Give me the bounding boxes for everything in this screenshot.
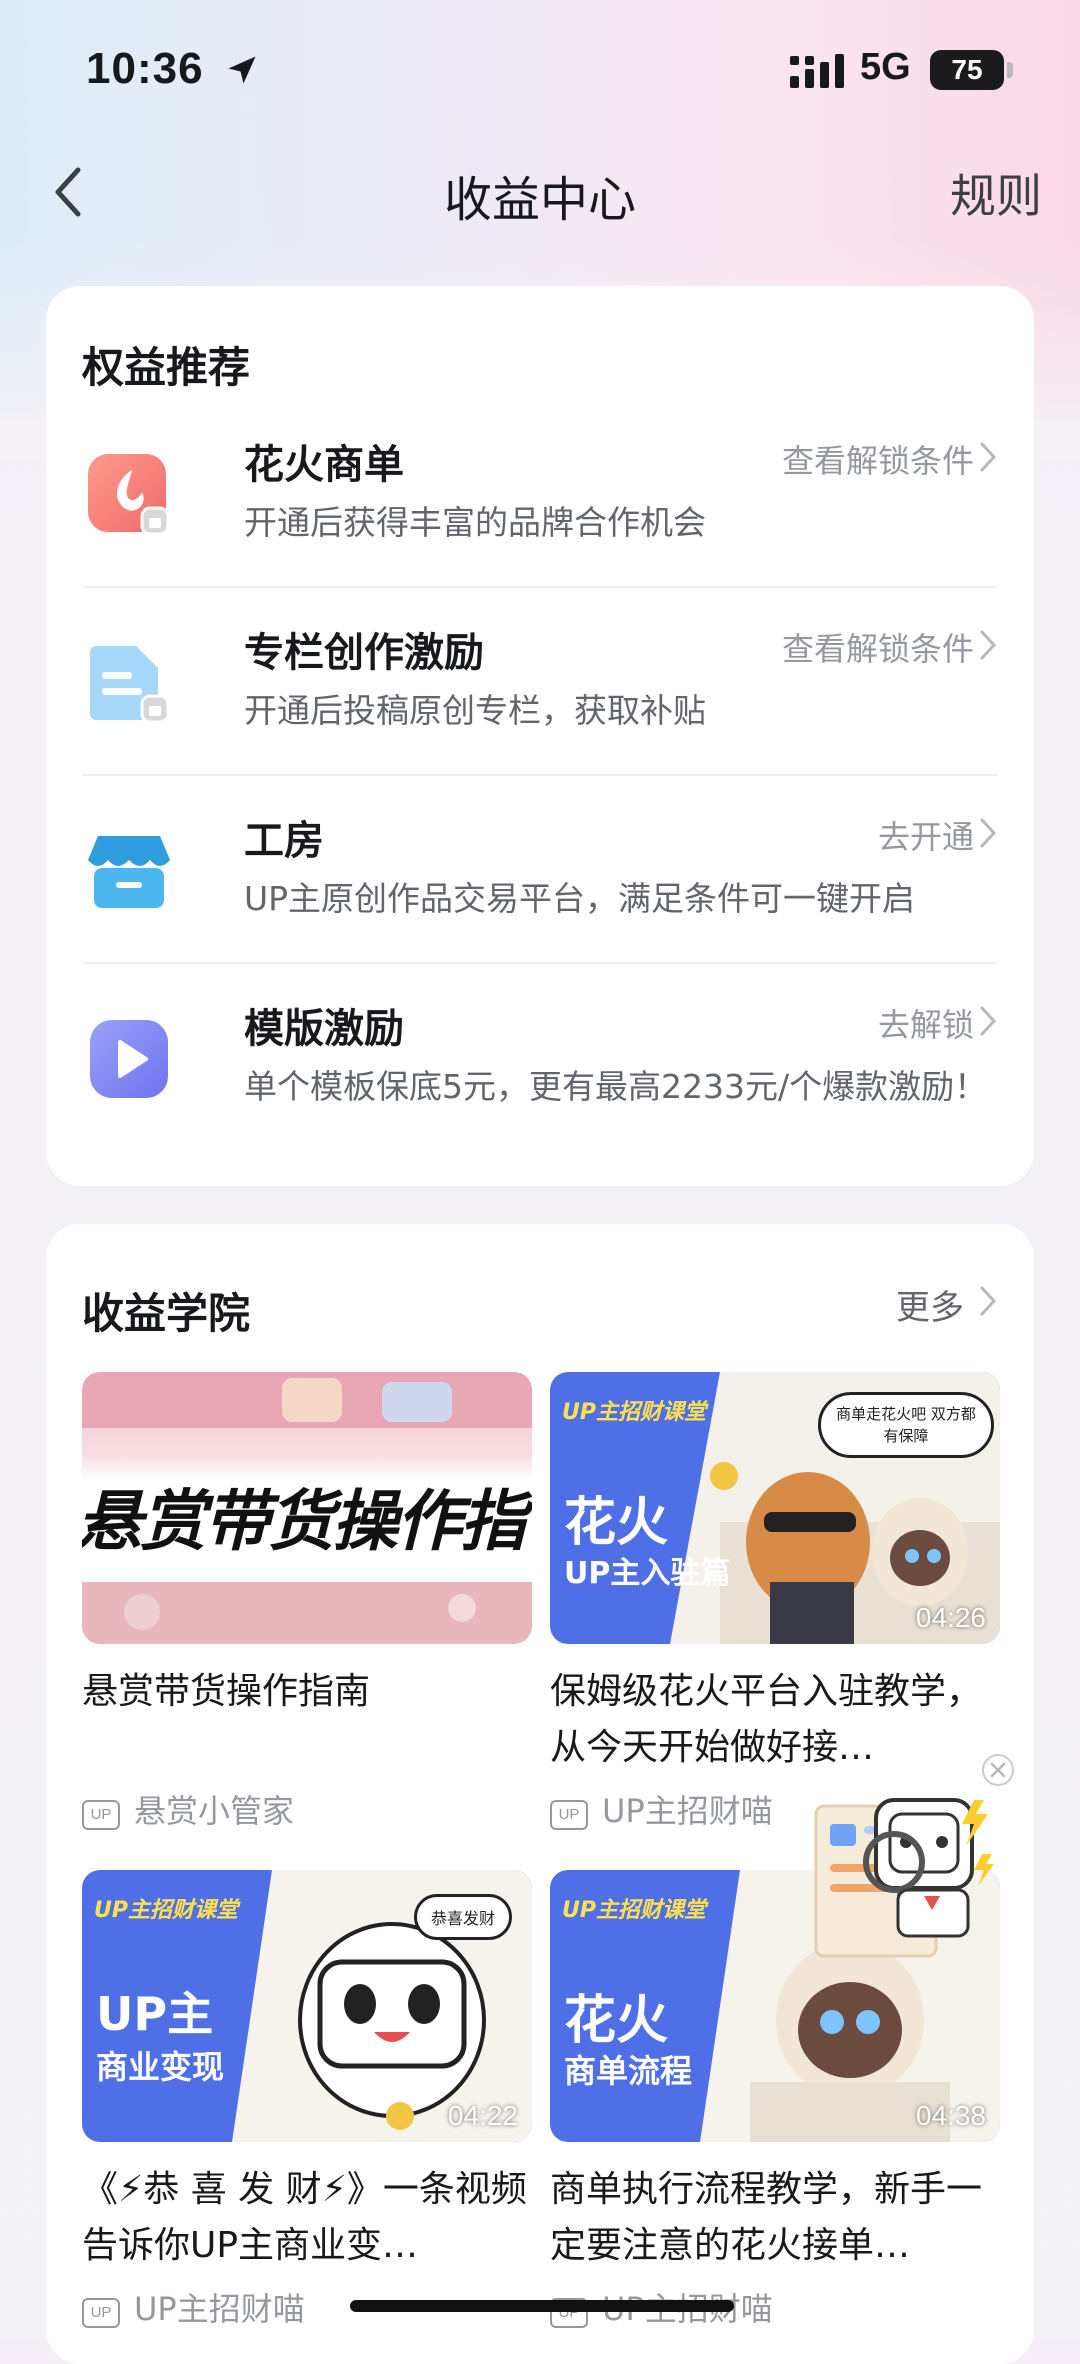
- video-thumbnail[interactable]: 悬赏带货操作指: [82, 1372, 532, 1644]
- cellular-signal-icon: [790, 54, 844, 88]
- benefit-name: 工房: [244, 818, 324, 864]
- benefit-row-workshop[interactable]: 工房 UP主原创作品交易平台，满足条件可一键开启 去开通: [82, 776, 998, 964]
- benefit-action[interactable]: 去解锁: [878, 1000, 974, 1046]
- chevron-right-icon: [980, 818, 997, 848]
- spark-icon: [88, 454, 170, 536]
- chevron-right-icon: [980, 1006, 997, 1036]
- thumbnail-headline: 花火: [564, 1991, 669, 2051]
- chevron-right-icon: [980, 630, 997, 660]
- benefit-desc: UP主原创作品交易平台，满足条件可一键开启: [244, 879, 916, 918]
- up-tag-icon: UP: [82, 1800, 120, 1830]
- benefits-card: 权益推荐 花火商单 开通后获得丰富的品牌合作机会 查看解锁条件 专栏创作激励 开…: [46, 286, 1034, 1186]
- thumbnail-subhead: 商业变现: [96, 2048, 225, 2086]
- benefit-name: 模版激励: [244, 1006, 404, 1052]
- video-duration: 04:22: [447, 2100, 518, 2131]
- benefit-action[interactable]: 查看解锁条件: [782, 436, 974, 482]
- status-bar: 10:36 5G 75: [0, 0, 1080, 140]
- thumbnail-subhead: UP主入驻篇: [564, 1556, 731, 1591]
- thumbnail-subhead: 商单流程: [564, 2052, 693, 2090]
- battery-tip: [1007, 62, 1013, 78]
- benefit-action[interactable]: 去开通: [878, 812, 974, 858]
- benefit-action[interactable]: 查看解锁条件: [782, 624, 974, 670]
- video-author[interactable]: UP 悬赏小管家: [82, 1786, 294, 1832]
- thumbnail-brand: UP主招财课堂: [562, 1898, 706, 1923]
- chevron-right-icon[interactable]: [978, 1284, 998, 1318]
- status-time: 10:36: [86, 44, 204, 93]
- document-icon: [90, 646, 170, 724]
- play-icon: [90, 1020, 168, 1098]
- shop-icon: [88, 836, 170, 908]
- video-thumbnail[interactable]: UP主招财课堂 花火 UP主入驻篇 商单走花火吧 双方都有保障 04:26: [550, 1372, 1000, 1644]
- benefit-desc: 开通后获得丰富的品牌合作机会: [244, 503, 706, 542]
- academy-title: 收益学院: [82, 1289, 251, 1338]
- benefit-desc: 单个模板保底5元，更有最高2233元/个爆款激励！: [244, 1067, 988, 1106]
- thumbnail-caption: 悬赏带货操作指: [82, 1483, 526, 1560]
- benefit-name: 花火商单: [244, 442, 404, 488]
- home-indicator: [350, 2300, 734, 2312]
- thumbnail-headline: 花火: [564, 1493, 669, 1553]
- benefits-title: 权益推荐: [82, 343, 251, 392]
- benefit-desc: 开通后投稿原创专栏，获取补贴: [244, 691, 706, 730]
- author-name: UP主招财喵: [602, 1792, 773, 1830]
- video-author[interactable]: UP UP主招财喵: [82, 2284, 305, 2330]
- benefit-row-spark[interactable]: 花火商单 开通后获得丰富的品牌合作机会 查看解锁条件: [82, 400, 998, 588]
- thumbnail-brand: UP主招财课堂: [562, 1400, 706, 1425]
- video-title[interactable]: 悬赏带货操作指南: [82, 1664, 532, 1720]
- video-title[interactable]: 保姆级花火平台入驻教学，从今天开始做好接…: [550, 1664, 1000, 1776]
- more-link[interactable]: 更多: [896, 1280, 964, 1329]
- network-type: 5G: [860, 46, 911, 88]
- battery-level: 75: [930, 50, 1004, 90]
- rules-link[interactable]: 规则: [950, 160, 1042, 226]
- benefit-row-column[interactable]: 专栏创作激励 开通后投稿原创专栏，获取补贴 查看解锁条件: [82, 588, 998, 776]
- author-name: 悬赏小管家: [134, 1792, 295, 1830]
- up-tag-icon: UP: [550, 1800, 588, 1830]
- speech-bubble: 商单走花火吧 双方都有保障: [818, 1392, 994, 1458]
- video-title[interactable]: 《⚡恭 喜 发 财⚡》一条视频告诉你UP主商业变…: [82, 2162, 532, 2274]
- mascot-float-icon[interactable]: [806, 1780, 1026, 2040]
- page-title: 收益中心: [443, 172, 636, 228]
- video-duration: 04:26: [915, 1602, 986, 1633]
- video-author[interactable]: UP UP主招财喵: [550, 1786, 773, 1832]
- video-duration: 04:38: [915, 2100, 986, 2131]
- thumbnail-headline: UP主: [96, 1987, 214, 2041]
- up-tag-icon: UP: [82, 2298, 120, 2328]
- video-title[interactable]: 商单执行流程教学，新手一定要注意的花火接单…: [550, 2162, 1000, 2274]
- thumbnail-brand: UP主招财课堂: [94, 1898, 238, 1923]
- location-arrow-icon: [228, 56, 256, 84]
- benefit-row-template[interactable]: 模版激励 单个模板保底5元，更有最高2233元/个爆款激励！ 去解锁: [82, 964, 998, 1152]
- author-name: UP主招财喵: [134, 2290, 305, 2328]
- benefit-name: 专栏创作激励: [244, 630, 484, 676]
- video-thumbnail[interactable]: UP主招财课堂 UP主 商业变现 恭喜发财 04:22: [82, 1870, 532, 2142]
- speech-bubble: 恭喜发财: [414, 1894, 513, 1940]
- chevron-right-icon: [980, 442, 997, 472]
